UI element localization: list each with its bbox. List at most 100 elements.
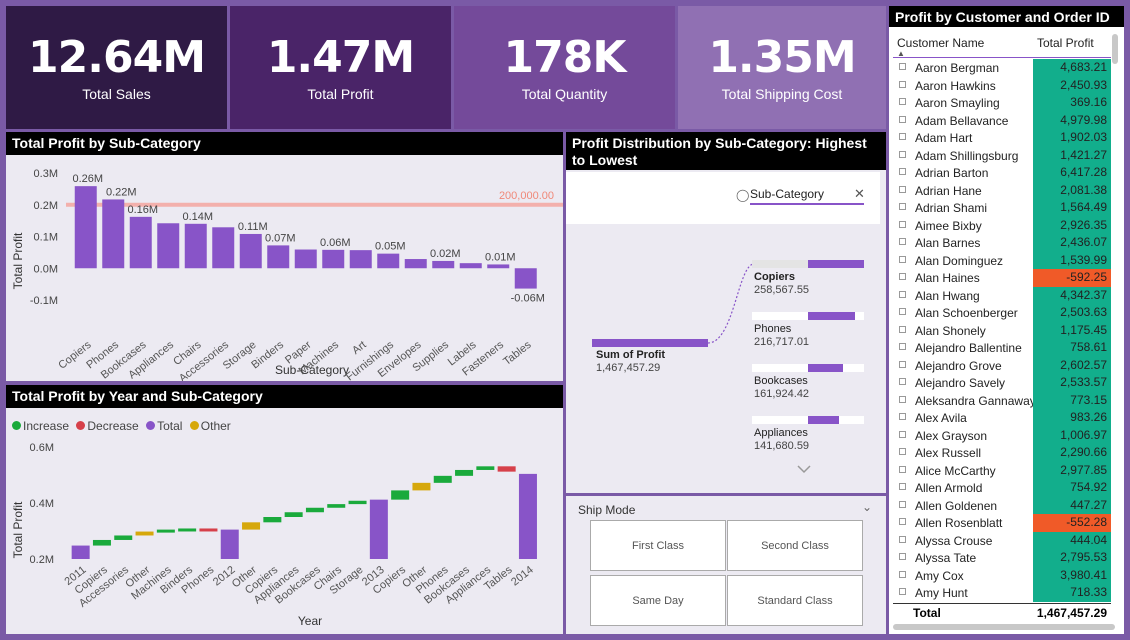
table-row[interactable]: Allen Rosenblatt -552.28 [893, 514, 1111, 532]
expand-icon[interactable] [899, 203, 906, 210]
bar-paper[interactable] [294, 249, 317, 269]
expand-icon[interactable] [899, 343, 906, 350]
expand-icon[interactable] [899, 430, 906, 438]
expand-icon[interactable] [899, 413, 906, 420]
waterfall-bar-increase[interactable] [92, 539, 111, 546]
expand-icon[interactable] [899, 535, 906, 543]
table-row[interactable]: Adrian Shami 1,564.49 [893, 199, 1111, 217]
bar-tables[interactable] [514, 268, 537, 289]
table-row[interactable]: Aimee Bixby 2,926.35 [893, 216, 1111, 234]
waterfall-bar-increase[interactable] [284, 512, 303, 517]
ship-option-first-class[interactable]: First Class [590, 520, 726, 571]
expand-icon[interactable] [899, 308, 906, 315]
bar-fasteners[interactable] [487, 264, 510, 269]
table-row[interactable]: Amy Hunt 718.33 [893, 584, 1111, 602]
expand-icon[interactable] [899, 98, 906, 105]
expand-icon[interactable] [899, 360, 906, 368]
expand-icon[interactable] [899, 553, 906, 560]
expand-icon[interactable] [899, 465, 906, 473]
waterfall-bar-total[interactable] [220, 529, 239, 559]
bar-appliances[interactable] [157, 223, 180, 269]
expand-icon[interactable] [899, 255, 906, 263]
waterfall-bar-other[interactable] [242, 522, 261, 530]
waterfall-bar-increase[interactable] [348, 500, 367, 505]
table-row[interactable]: Allen Goldenen 447.27 [893, 496, 1111, 514]
node-bar-copiers[interactable] [808, 260, 864, 268]
waterfall-bar-increase[interactable] [327, 504, 346, 508]
expand-icon[interactable] [899, 133, 906, 140]
table-row[interactable]: Alejandro Ballentine 758.61 [893, 339, 1111, 357]
table-row[interactable]: Amy Cox 3,980.41 [893, 566, 1111, 584]
table-row[interactable]: Alyssa Tate 2,795.53 [893, 549, 1111, 567]
table-row[interactable]: Alejandro Grove 2,602.57 [893, 356, 1111, 374]
bar-phones[interactable] [102, 199, 125, 269]
table-row[interactable]: Adam Bellavance 4,979.98 [893, 111, 1111, 129]
expand-icon[interactable] [899, 80, 906, 88]
column-header-total-profit[interactable]: Total Profit [1037, 36, 1094, 50]
ship-option-same-day[interactable]: Same Day [590, 575, 726, 626]
expand-icon[interactable] [899, 570, 906, 578]
table-row[interactable]: Alan Shonely 1,175.45 [893, 321, 1111, 339]
table-row[interactable]: Adrian Hane 2,081.38 [893, 181, 1111, 199]
table-row[interactable]: Alex Russell 2,290.66 [893, 444, 1111, 462]
bar-art[interactable] [349, 250, 372, 269]
table-row[interactable]: Alejandro Savely 2,533.57 [893, 374, 1111, 392]
bar-chairs[interactable] [184, 223, 207, 269]
bar-envelopes[interactable] [404, 259, 427, 269]
bar-labels[interactable] [459, 263, 482, 269]
expand-icon[interactable] [899, 150, 906, 158]
bar-copiers[interactable] [74, 186, 97, 269]
table-row[interactable]: Alan Schoenberger 2,503.63 [893, 304, 1111, 322]
bar-binders[interactable] [267, 245, 290, 269]
expand-icon[interactable] [899, 500, 906, 508]
chevron-down-icon[interactable] [797, 465, 811, 474]
waterfall-bar-total[interactable] [369, 499, 388, 559]
ship-option-second-class[interactable]: Second Class [727, 520, 863, 571]
expand-icon[interactable] [899, 168, 906, 175]
table-row[interactable]: Alan Barnes 2,436.07 [893, 234, 1111, 252]
waterfall-bar-increase[interactable] [433, 475, 452, 483]
bar-furnishings[interactable] [377, 253, 400, 269]
bar-supplies[interactable] [432, 260, 455, 269]
table-row[interactable]: Aaron Bergman 4,683.21 [893, 59, 1111, 77]
table-row[interactable]: Alan Dominguez 1,539.99 [893, 251, 1111, 269]
expand-icon[interactable] [899, 185, 906, 193]
chevron-down-icon[interactable]: ⌄ [862, 500, 872, 514]
waterfall-bar-decrease[interactable] [497, 466, 516, 472]
waterfall-bar-increase[interactable] [455, 469, 474, 476]
expand-icon[interactable] [899, 518, 906, 525]
table-row[interactable]: Aaron Hawkins 2,450.93 [893, 76, 1111, 94]
waterfall-bar-total[interactable] [71, 545, 90, 559]
table-row[interactable]: Alice McCarthy 2,977.85 [893, 461, 1111, 479]
ship-option-standard-class[interactable]: Standard Class [727, 575, 863, 626]
expand-icon[interactable] [899, 273, 906, 280]
table-row[interactable]: Alex Avila 983.26 [893, 409, 1111, 427]
expand-icon[interactable] [899, 220, 906, 228]
table-row[interactable]: Aaron Smayling 369.16 [893, 94, 1111, 112]
expand-icon[interactable] [899, 290, 906, 298]
table-row[interactable]: Adam Shillingsburg 1,421.27 [893, 146, 1111, 164]
table-row[interactable]: Aleksandra Gannaway 773.15 [893, 391, 1111, 409]
waterfall-bar-decrease[interactable] [199, 528, 218, 532]
waterfall-bar-increase[interactable] [263, 517, 282, 523]
node-bar-phones[interactable] [808, 312, 855, 320]
expand-icon[interactable] [899, 238, 906, 245]
waterfall-bar-increase[interactable] [391, 490, 410, 500]
node-bar-bookcases[interactable] [808, 364, 843, 372]
table-row[interactable]: Alyssa Crouse 444.04 [893, 531, 1111, 549]
table-row[interactable]: Alan Haines -592.25 [893, 269, 1111, 287]
bar-storage[interactable] [239, 233, 262, 269]
root-bar[interactable] [592, 339, 708, 347]
table-row[interactable]: Alan Hwang 4,342.37 [893, 286, 1111, 304]
expand-icon[interactable] [899, 325, 906, 333]
vertical-scrollbar[interactable] [1112, 34, 1118, 64]
node-bar-appliances[interactable] [808, 416, 839, 424]
expand-icon[interactable] [899, 483, 906, 490]
expand-icon[interactable] [899, 395, 906, 403]
bar-accessories[interactable] [212, 227, 235, 269]
waterfall-bar-increase[interactable] [305, 507, 324, 513]
table-row[interactable]: Adrian Barton 6,417.28 [893, 164, 1111, 182]
waterfall-bar-increase[interactable] [156, 529, 175, 533]
waterfall-bar-other[interactable] [412, 482, 431, 491]
expand-icon[interactable] [899, 63, 906, 70]
